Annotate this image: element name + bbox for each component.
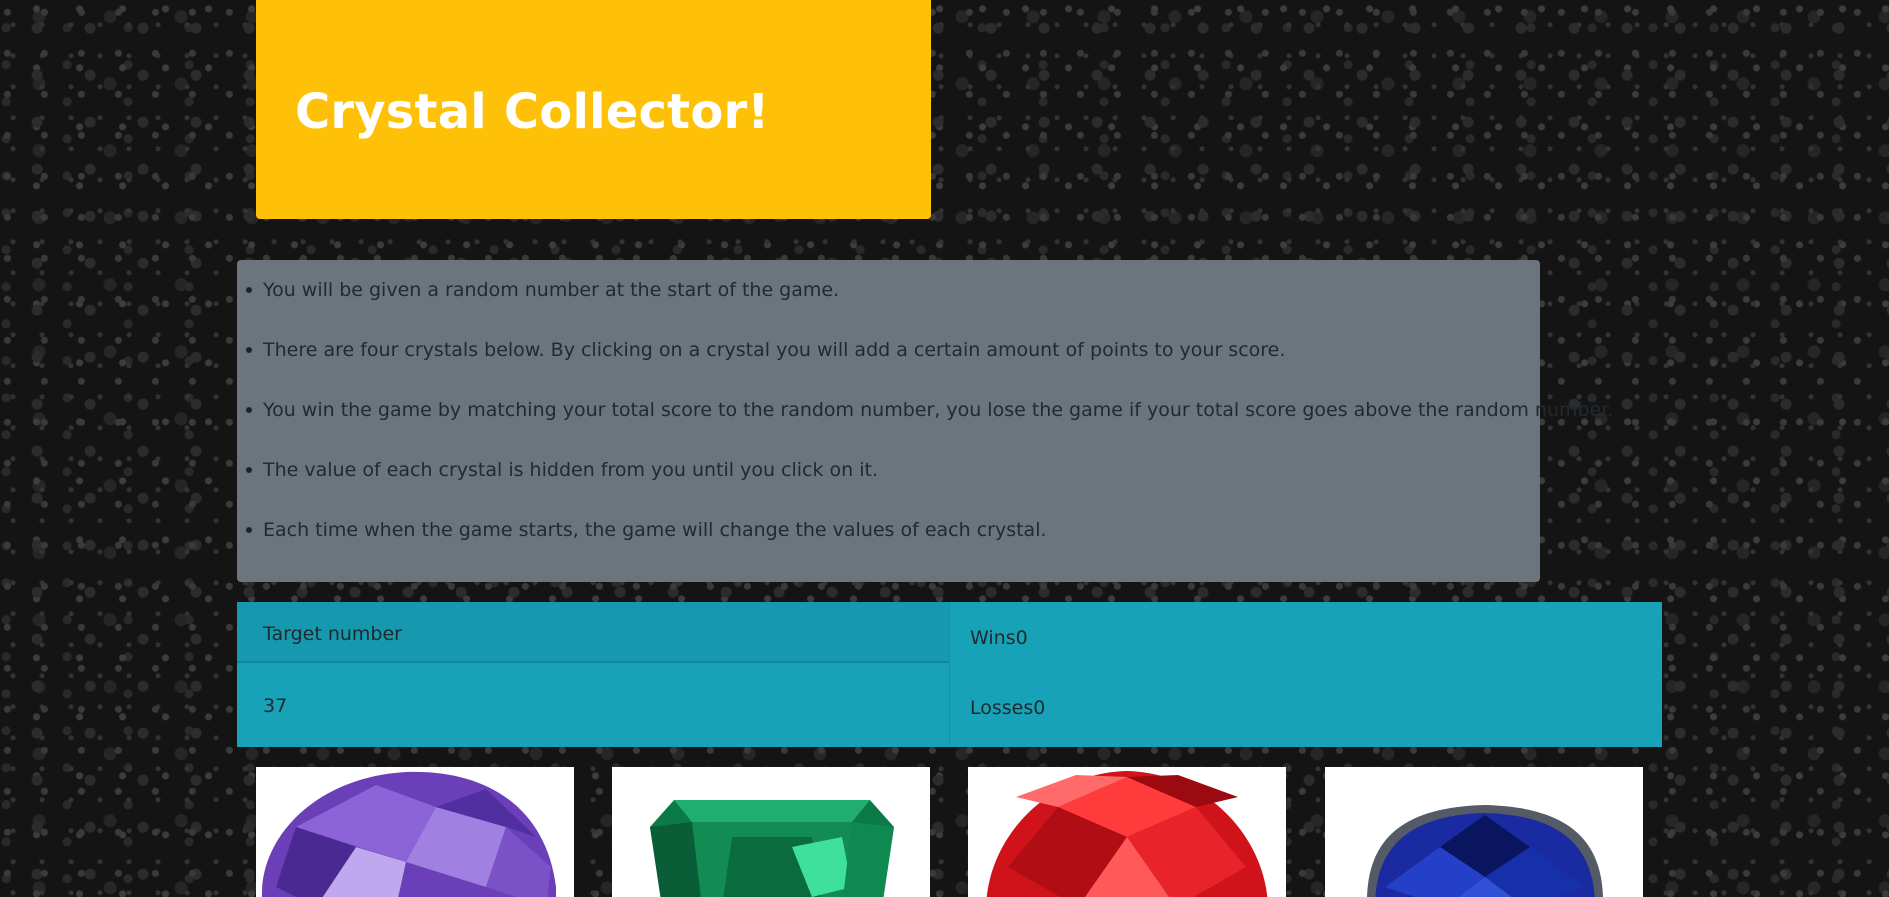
red-crystal-icon — [986, 771, 1268, 897]
wins-counter: Wins0 — [970, 625, 1028, 651]
green-crystal-icon — [650, 800, 894, 897]
target-header: Target number — [237, 602, 949, 663]
target-number: 37 — [263, 695, 288, 717]
bullet-icon — [246, 287, 252, 293]
page-title: Crystal Collector! — [295, 84, 770, 140]
bullet-icon — [246, 347, 252, 353]
crystal-row — [0, 767, 1889, 897]
instruction-item: There are four crystals below. By clicki… — [246, 335, 1540, 395]
stats-panel: Wins0 Losses0 — [949, 602, 1663, 747]
scoreboard: Target number 37 Wins0 Losses0 — [237, 602, 1662, 747]
bullet-icon — [246, 527, 252, 533]
instructions-panel: You will be given a random number at the… — [237, 260, 1613, 582]
target-panel: Target number 37 — [237, 602, 949, 747]
purple-crystal-button[interactable] — [256, 767, 574, 897]
red-crystal-button[interactable] — [968, 767, 1286, 897]
wins-value: 0 — [1015, 627, 1028, 649]
bullet-icon — [246, 467, 252, 473]
bullet-icon — [246, 407, 252, 413]
instruction-item: You will be given a random number at the… — [246, 275, 1540, 335]
blue-crystal-icon — [1367, 805, 1603, 897]
losses-counter: Losses0 — [970, 695, 1045, 721]
green-crystal-button[interactable] — [612, 767, 930, 897]
target-label: Target number — [263, 623, 402, 645]
blue-crystal-button[interactable] — [1325, 767, 1643, 897]
instruction-item: You win the game by matching your total … — [246, 395, 1613, 455]
purple-crystal-icon — [261, 771, 556, 897]
instruction-item: The value of each crystal is hidden from… — [246, 455, 1540, 515]
losses-value: 0 — [1033, 697, 1046, 719]
instructions-list: You will be given a random number at the… — [237, 260, 1613, 575]
losses-label: Losses — [970, 697, 1034, 719]
header-jumbotron: Crystal Collector! — [256, 0, 931, 219]
instruction-item: Each time when the game starts, the game… — [246, 515, 1540, 575]
wins-label: Wins — [970, 627, 1016, 649]
